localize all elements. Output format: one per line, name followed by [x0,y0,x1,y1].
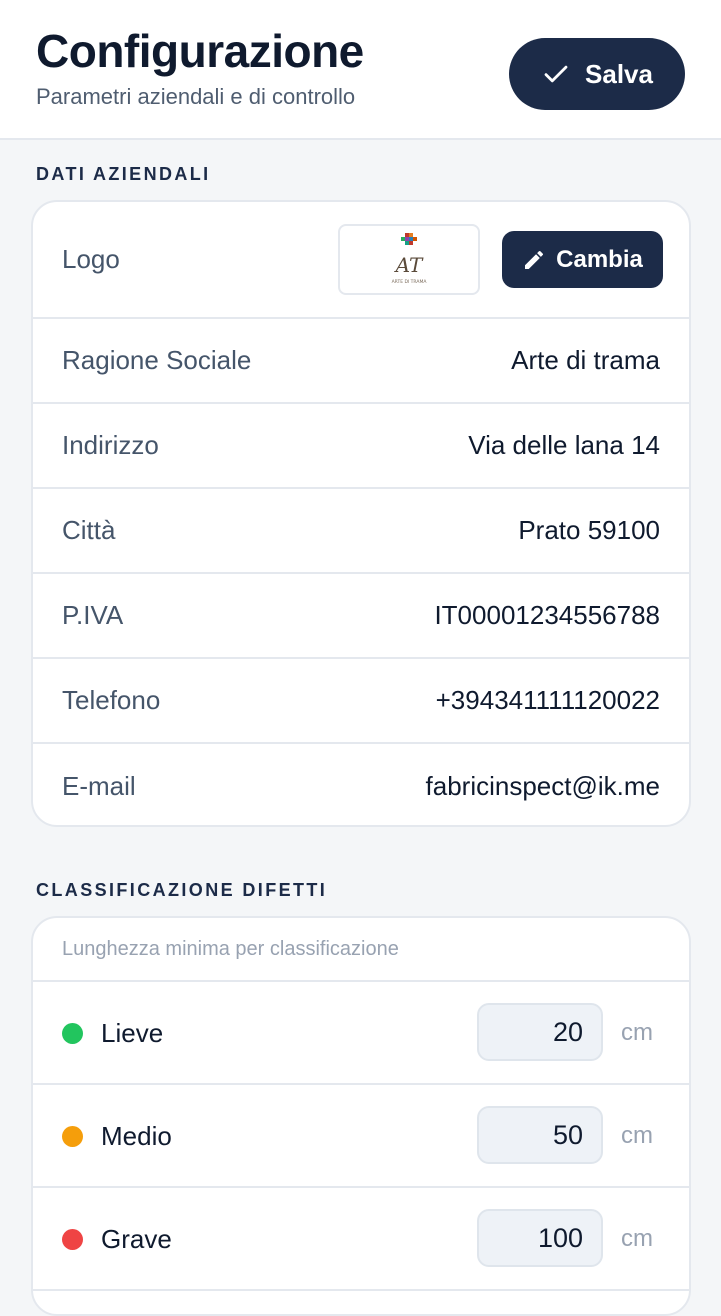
unit-label: cm [621,1122,653,1149]
check-icon [544,65,568,83]
header: Configurazione Parametri aziendali e di … [0,0,721,140]
field-row-indirizzo[interactable]: Indirizzo Via delle lana 14 [33,404,689,489]
severity-dot-green [62,1023,83,1044]
pencil-icon [525,250,544,269]
field-label: E-mail [62,771,136,801]
defects-section-title: CLASSIFICAZIONE DIFETTI [36,880,328,900]
change-logo-button[interactable]: Cambia [502,231,663,288]
logo-caption: ARTE DI TRAMA [392,279,428,285]
company-logo: AT ARTE DI TRAMA [338,224,480,295]
field-row-citta[interactable]: Città Prato 59100 [33,489,689,574]
field-label: Ragione Sociale [62,345,252,375]
severity-dot-orange [62,1126,83,1147]
save-button-label: Salva [585,58,653,89]
field-value: IT00001234556788 [434,600,660,630]
lieve-length-input[interactable]: 20 [477,1003,603,1061]
defects-card: Lunghezza minima per classificazione Lie… [31,916,691,1316]
severity-dot-red [62,1229,83,1250]
company-card: Logo AT ARTE DI TRAMA Cambia Ragione Soc… [31,200,691,827]
grave-length-input[interactable]: 100 [477,1209,603,1267]
page-subtitle: Parametri aziendali e di controllo [36,84,356,109]
defect-row-lieve: Lieve 20 cm [33,982,689,1085]
field-value: fabricinspect@ik.me [425,771,660,801]
field-value: +394341111120022 [435,685,660,715]
page-title: Configurazione [36,25,364,77]
field-label: Telefono [62,685,161,715]
defect-row-medio: Medio 50 cm [33,1085,689,1188]
defect-name: Medio [101,1121,172,1151]
field-row-piva[interactable]: P.IVA IT00001234556788 [33,574,689,659]
defect-name: Grave [101,1224,172,1254]
unit-label: cm [621,1019,653,1046]
field-value: Via delle lana 14 [468,430,660,460]
field-value: Prato 59100 [518,515,660,545]
company-section-title: DATI AZIENDALI [36,164,211,184]
field-row-ragione-sociale[interactable]: Ragione Sociale Arte di trama [33,319,689,404]
field-row-telefono[interactable]: Telefono +394341111120022 [33,659,689,744]
logo-image: AT ARTE DI TRAMA [392,232,428,285]
defects-hint: Lunghezza minima per classificazione [33,918,689,982]
change-logo-label: Cambia [556,245,643,273]
unit-label: cm [621,1225,653,1252]
field-value: Arte di trama [511,345,660,375]
field-label: Città [62,515,116,545]
medio-length-input[interactable]: 50 [477,1106,603,1164]
logo-label: Logo [62,244,120,274]
field-row-email[interactable]: E-mail fabricinspect@ik.me [33,744,689,825]
logo-monogram: AT [394,253,424,277]
defect-row-grave: Grave 100 cm [33,1188,689,1291]
save-button[interactable]: Salva [509,38,685,110]
logo-row: Logo AT ARTE DI TRAMA Cambia [33,202,689,319]
field-label: P.IVA [62,600,124,630]
defect-name: Lieve [101,1018,164,1048]
field-label: Indirizzo [62,430,159,460]
